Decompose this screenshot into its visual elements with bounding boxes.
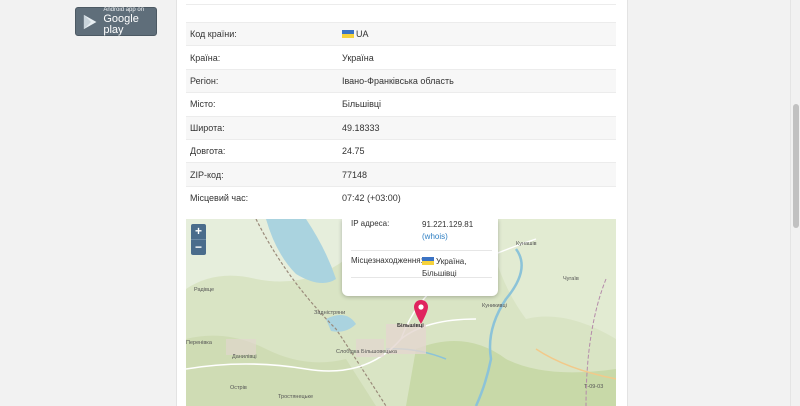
map-label-danylivtsi: Данилівці xyxy=(232,354,257,360)
row-key: Місто: xyxy=(186,92,338,117)
row-key: Регіон: xyxy=(186,68,338,93)
zoom-control: + − xyxy=(191,224,206,255)
map-label-radivtse: Радівце xyxy=(194,287,215,293)
row-key: Довгота: xyxy=(186,138,338,163)
map-label-kunashiv: Кунашів xyxy=(516,241,537,247)
table-row: Довгота: 24.75 xyxy=(186,138,616,163)
row-value: 07:42 (+03:00) xyxy=(338,185,616,210)
badge-big-text: Google play xyxy=(103,13,139,36)
zoom-in-button[interactable]: + xyxy=(191,224,206,239)
popup-ip-label: IP адреса: xyxy=(351,219,390,228)
ukraine-flag-icon xyxy=(422,257,434,265)
map-label-tovmach: Тростянецьке xyxy=(278,394,314,400)
table-row: Регіон: Івано-Франківська область xyxy=(186,68,616,93)
row-key: Країна: xyxy=(186,45,338,70)
map-label-chuhaiv: Чугаїв xyxy=(563,276,579,282)
play-store-icon xyxy=(83,14,97,29)
scrollbar-thumb[interactable] xyxy=(793,104,799,228)
badge-small-text: Android app on xyxy=(103,7,145,13)
row-key: Місцевий час: xyxy=(186,185,338,210)
popup-ip-value-wrap: 91.221.129.81 (whois) xyxy=(422,219,473,243)
page-scrollbar[interactable] xyxy=(790,0,800,406)
table-row: Країна: Україна xyxy=(186,45,616,70)
map-label-ostriv: Острів xyxy=(230,385,247,391)
row-value: Більшівці xyxy=(338,92,616,117)
map-label-slobidka: Слобідка Більшовецька xyxy=(336,349,397,355)
table-row: Широта: 49.18333 xyxy=(186,115,616,140)
row-value: 77148 xyxy=(338,162,616,187)
row-key: ZIP-код: xyxy=(186,162,338,187)
popup-ip-row: IP адреса: 91.221.129.81 (whois) xyxy=(351,219,492,243)
whois-link[interactable]: (whois) xyxy=(422,232,448,241)
row-value: UA xyxy=(338,21,616,46)
row-value: 24.75 xyxy=(338,138,616,163)
row-value: 49.18333 xyxy=(338,115,616,140)
map-popup: IP адреса: 91.221.129.81 (whois) Місцезн… xyxy=(342,219,498,296)
ukraine-flag-icon xyxy=(342,30,354,39)
map-label-kunykivtsi: Куникивці xyxy=(482,303,507,309)
map-label-zadnistriany: Задністряни xyxy=(314,310,346,316)
zoom-out-button[interactable]: − xyxy=(191,239,206,255)
map-pin-icon[interactable] xyxy=(414,300,428,324)
divider xyxy=(186,4,616,5)
row-value: Україна xyxy=(338,45,616,70)
row-value: Івано-Франківська область xyxy=(338,68,616,93)
row-key: Широта: xyxy=(186,115,338,140)
popup-divider xyxy=(351,277,492,278)
popup-location-row: Місцезнаходження: Україна, Більшівці xyxy=(351,250,492,280)
map-label-perenivka: Перенівка xyxy=(186,340,212,346)
table-row: Код країни: UA xyxy=(186,21,616,46)
row-key: Код країни: xyxy=(186,21,338,46)
map-label-road: Т-09-03 xyxy=(584,384,604,390)
google-play-badge[interactable]: Android app on Google play xyxy=(75,7,157,36)
location-map[interactable]: Радівце Задністряни Більшівці Перенівка … xyxy=(186,219,616,406)
table-row: ZIP-код: 77148 xyxy=(186,162,616,187)
country-code: UA xyxy=(356,29,369,40)
table-row: Місцевий час: 07:42 (+03:00) xyxy=(186,185,616,210)
popup-ip-value: 91.221.129.81 xyxy=(422,220,474,229)
ip-info-table: Код країни: UA Країна: Україна Регіон: І… xyxy=(186,21,616,210)
table-row: Місто: Більшівці xyxy=(186,92,616,117)
